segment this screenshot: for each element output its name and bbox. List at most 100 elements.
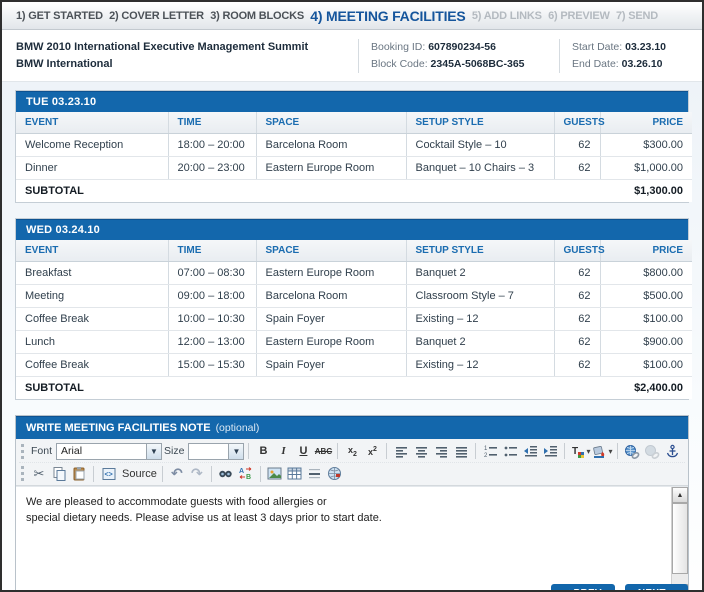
svg-text:T: T xyxy=(572,446,578,457)
cell-price: $800.00 xyxy=(600,262,692,285)
horizontal-rule-icon[interactable] xyxy=(306,465,324,483)
underline-icon[interactable]: U xyxy=(294,442,312,460)
cell-time: 20:00 – 23:00 xyxy=(168,157,256,180)
paste-icon[interactable] xyxy=(70,465,88,483)
subscript-icon[interactable]: x2 xyxy=(343,442,361,460)
cell-event: Meeting xyxy=(16,285,168,308)
editor-scrollbar[interactable]: ▲ ▼ xyxy=(671,487,688,592)
strikethrough-icon[interactable]: ABC xyxy=(314,442,332,460)
cell-setup: Banquet 2 xyxy=(406,331,554,354)
cell-price: $900.00 xyxy=(600,331,692,354)
cell-price: $100.00 xyxy=(600,308,692,331)
booking-header: BMW 2010 International Executive Managem… xyxy=(2,30,702,82)
day-table: TUE 03.23.10EVENTTIMESPACESETUP STYLEGUE… xyxy=(15,90,689,203)
toolbar-row-1: Font Arial ▼ Size ▼ BIUABCx2x212T▾▾ xyxy=(19,440,685,462)
wizard-footer: < PREV NEXT > xyxy=(551,584,688,592)
nav-step-1[interactable]: 1) GET STARTED xyxy=(16,10,103,22)
booking-id-label: Booking ID: xyxy=(371,41,425,53)
cell-space: Eastern Europe Room xyxy=(256,157,406,180)
next-button[interactable]: NEXT > xyxy=(625,584,688,592)
cell-event: Lunch xyxy=(16,331,168,354)
align-right-icon[interactable] xyxy=(432,442,450,460)
column-header-setup: SETUP STYLE xyxy=(406,112,554,134)
superscript-icon[interactable]: x2 xyxy=(363,442,381,460)
nav-step-5[interactable]: 5) ADD LINKS xyxy=(472,10,542,22)
cell-space: Spain Foyer xyxy=(256,354,406,377)
cell-event: Breakfast xyxy=(16,262,168,285)
chevron-down-icon[interactable]: ▼ xyxy=(146,444,161,459)
toolbar-separator xyxy=(564,443,565,459)
note-optional-label: (optional) xyxy=(216,422,260,434)
cell-space: Spain Foyer xyxy=(256,308,406,331)
day-title-bar: TUE 03.23.10 xyxy=(16,91,688,112)
align-left-icon[interactable] xyxy=(392,442,410,460)
column-header-event: EVENT xyxy=(16,112,168,134)
size-label: Size xyxy=(164,445,184,457)
table-row: Coffee Break10:00 – 10:30Spain FoyerExis… xyxy=(16,308,692,331)
booking-window: 1) GET STARTED 2) COVER LETTER 3) ROOM BLO… xyxy=(0,0,704,592)
anchor-icon[interactable] xyxy=(663,442,681,460)
justify-icon[interactable] xyxy=(452,442,470,460)
bg-color-icon[interactable]: ▾ xyxy=(592,442,612,460)
image-icon[interactable] xyxy=(266,465,284,483)
subtotal-value: $1,300.00 xyxy=(600,180,692,203)
cell-guests: 62 xyxy=(554,157,600,180)
events-table: EVENTTIMESPACESETUP STYLEGUESTSPRICEWelc… xyxy=(16,112,692,202)
cell-setup: Banquet 2 xyxy=(406,262,554,285)
universal-keyboard-icon[interactable] xyxy=(326,465,344,483)
scroll-up-icon[interactable]: ▲ xyxy=(672,487,688,503)
redo-icon[interactable]: ↷ xyxy=(188,465,206,483)
svg-text:2: 2 xyxy=(484,453,488,459)
prev-button[interactable]: < PREV xyxy=(551,584,615,592)
toolbar-row-2: ✂ <>Source ↶↷ AB xyxy=(19,462,685,484)
cell-time: 07:00 – 08:30 xyxy=(168,262,256,285)
source-button[interactable]: <>Source xyxy=(99,465,157,483)
organization-name: BMW International xyxy=(16,56,350,73)
size-select[interactable]: ▼ xyxy=(188,443,244,460)
table-row: Dinner20:00 – 23:00Eastern Europe RoomBa… xyxy=(16,157,692,180)
indent-icon[interactable] xyxy=(541,442,559,460)
cut-icon[interactable]: ✂ xyxy=(30,465,48,483)
nav-step-4[interactable]: 4) MEETING FACILITIES xyxy=(310,8,465,24)
cell-space: Eastern Europe Room xyxy=(256,262,406,285)
booking-id-value: 607890234-56 xyxy=(428,41,496,53)
scrollbar-thumb[interactable] xyxy=(672,503,688,574)
replace-icon[interactable]: AB xyxy=(237,465,255,483)
column-header-time: TIME xyxy=(168,240,256,262)
ordered-list-icon[interactable]: 12 xyxy=(481,442,499,460)
toolbar-separator xyxy=(162,466,163,482)
cell-setup: Existing – 12 xyxy=(406,354,554,377)
align-center-icon[interactable] xyxy=(412,442,430,460)
outdent-icon[interactable] xyxy=(521,442,539,460)
nav-step-6[interactable]: 6) PREVIEW xyxy=(548,10,610,22)
subtotal-value: $2,400.00 xyxy=(600,377,692,400)
copy-icon[interactable] xyxy=(50,465,68,483)
cell-time: 10:00 – 10:30 xyxy=(168,308,256,331)
nav-step-7[interactable]: 7) SEND xyxy=(616,10,658,22)
undo-icon[interactable]: ↶ xyxy=(168,465,186,483)
table-row: Lunch12:00 – 13:00Eastern Europe RoomBan… xyxy=(16,331,692,354)
note-text-line1: We are pleased to accommodate guests wit… xyxy=(26,494,661,510)
nav-step-3[interactable]: 3) ROOM BLOCKS xyxy=(210,10,304,22)
table-icon[interactable] xyxy=(286,465,304,483)
toolbar-separator xyxy=(248,443,249,459)
cell-guests: 62 xyxy=(554,285,600,308)
events-table: EVENTTIMESPACESETUP STYLEGUESTSPRICEBrea… xyxy=(16,240,692,399)
find-icon[interactable] xyxy=(217,465,235,483)
svg-text:B: B xyxy=(246,474,251,481)
cell-time: 09:00 – 18:00 xyxy=(168,285,256,308)
nav-step-2[interactable]: 2) COVER LETTER xyxy=(109,10,204,22)
italic-icon[interactable]: I xyxy=(274,442,292,460)
unordered-list-icon[interactable] xyxy=(501,442,519,460)
unlink-icon[interactable] xyxy=(643,442,661,460)
toolbar-drag-handle[interactable] xyxy=(21,444,25,459)
toolbar-drag-handle[interactable] xyxy=(21,466,25,481)
toolbar-separator xyxy=(337,443,338,459)
chevron-down-icon[interactable]: ▼ xyxy=(228,444,243,459)
bold-icon[interactable]: B xyxy=(254,442,272,460)
note-text-input[interactable]: We are pleased to accommodate guests wit… xyxy=(16,487,671,592)
column-header-guests: GUESTS xyxy=(554,240,600,262)
link-icon[interactable] xyxy=(623,442,641,460)
font-select[interactable]: Arial ▼ xyxy=(56,443,162,460)
text-color-icon[interactable]: T▾ xyxy=(570,442,590,460)
